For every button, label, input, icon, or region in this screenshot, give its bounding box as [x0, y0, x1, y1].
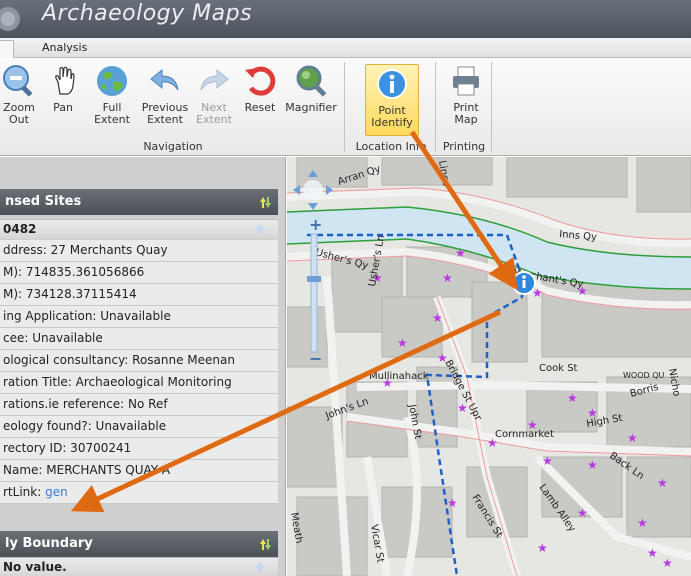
group-separator [491, 62, 492, 152]
full-extent-label: Full Extent [94, 101, 130, 126]
group-label-location-info: Location Info [355, 140, 427, 153]
svg-text:★: ★ [537, 541, 548, 555]
next-extent-label: Next Extent [196, 101, 232, 126]
section-title: ly Boundary [5, 536, 93, 551]
street-label: Cook St [539, 363, 578, 374]
field-row-link: rtLink: gen [0, 482, 278, 504]
svg-text:★: ★ [587, 458, 598, 472]
info-icon [377, 69, 407, 99]
field-row: ddress: 27 Merchants Quay [0, 240, 278, 262]
redo-arrow-icon [200, 68, 229, 91]
svg-text:★: ★ [637, 516, 648, 530]
street-label: Inns Qy [559, 229, 598, 243]
pan-arrows-icon[interactable] [293, 170, 333, 210]
svg-text:★: ★ [397, 336, 408, 350]
group-label-navigation: Navigation [143, 140, 203, 153]
app-logo-icon [0, 7, 20, 31]
record-id: 0482 [3, 222, 37, 236]
svg-text:★: ★ [577, 506, 588, 520]
group-separator [435, 62, 436, 152]
svg-text:★: ★ [662, 556, 673, 570]
collapse-arrows-icon[interactable] [258, 537, 272, 551]
reset-button[interactable]: Reset [238, 64, 282, 138]
magnifier-label: Magnifier [285, 101, 337, 114]
magnifier-icon [296, 65, 327, 97]
field-row: ological consultancy: Rosanne Meenan [0, 350, 278, 372]
zoom-in-icon[interactable]: + [309, 215, 322, 234]
group-label-printing: Printing [442, 140, 486, 153]
record-id: No value. [3, 560, 67, 574]
title-bar: Archaeology Maps [0, 0, 691, 38]
tab-analysis[interactable]: Analysis [35, 40, 94, 58]
svg-text:★: ★ [542, 454, 553, 468]
scroll-up-icon[interactable] [254, 561, 266, 573]
group-separator [344, 62, 345, 152]
section-title: nsed Sites [5, 194, 82, 209]
svg-text:★: ★ [647, 546, 658, 560]
section-header-boundary[interactable]: ly Boundary [0, 531, 278, 557]
field-row: ing Application: Unavailable [0, 306, 278, 328]
svg-text:★: ★ [657, 476, 668, 490]
report-link[interactable]: gen [45, 485, 68, 499]
field-row: eology found?: Unavailable [0, 416, 278, 438]
magnifier-button[interactable]: Magnifier [282, 64, 340, 138]
svg-text:★: ★ [447, 496, 458, 510]
map-canvas[interactable]: ★ ★★ ★★ ★ ★★★ ★★★ ★ ★★ ★★★ ★★★ ★★★ Arran Qy… [287, 157, 691, 576]
field-row: rations.ie reference: No Ref [0, 394, 278, 416]
identify-pin-icon[interactable] [512, 271, 536, 295]
scroll-up-icon[interactable] [254, 223, 266, 235]
street-label: WOOD QU [623, 371, 665, 380]
link-field-label: rtLink: [3, 485, 46, 499]
collapse-arrows-icon[interactable] [258, 195, 272, 209]
pan-hand-icon [55, 66, 75, 95]
point-identify-button[interactable]: Point Identify [365, 64, 419, 136]
reset-label: Reset [244, 101, 276, 114]
svg-text:★: ★ [442, 271, 453, 285]
zoom-out-icon [3, 65, 33, 97]
zoom-out-label: Zoom Out [3, 101, 35, 126]
printer-icon [453, 66, 479, 96]
zoom-out-button[interactable]: Zoom Out [2, 64, 36, 138]
field-row: cee: Unavailable [0, 328, 278, 350]
zoom-slider-handle[interactable] [307, 276, 321, 282]
svg-text:★: ★ [455, 246, 466, 260]
reset-icon [245, 66, 276, 96]
pan-label: Pan [53, 101, 73, 114]
full-extent-button[interactable]: Full Extent [90, 64, 134, 138]
globe-icon [97, 66, 127, 96]
field-row: Name: MERCHANTS QUAY A [0, 460, 278, 482]
record-id-row[interactable]: 0482 [0, 219, 278, 239]
section-header-licensed-sites[interactable]: nsed Sites [0, 189, 278, 215]
tab-home[interactable] [0, 40, 14, 58]
field-row: M): 734128.37115414 [0, 284, 278, 306]
point-identify-label: Point Identify [371, 104, 413, 129]
street-label: Cornmarket [495, 429, 554, 440]
map-navigation-control[interactable]: + − [290, 166, 336, 366]
print-map-label: Print Map [453, 101, 479, 126]
svg-text:★: ★ [567, 391, 578, 405]
ribbon-toolbar: Zoom Out Pan Full Extent Previous Extent [0, 58, 691, 156]
next-extent-button[interactable]: Next Extent [194, 64, 234, 138]
map-view[interactable]: ★ ★ ★ ★ ★ ★ ★ ★ ★ ★ ★ ★ ★ ★ ★ ★ ★ ★ ★ ★ ★ ★ ★ ★ Arran Qy… [287, 157, 691, 576]
previous-extent-label: Previous Extent [141, 101, 189, 126]
attribute-list: ddress: 27 Merchants Quay M): 714835.361… [0, 240, 278, 504]
field-row: M): 714835.361056866 [0, 262, 278, 284]
zoom-out-map-icon[interactable]: − [309, 349, 322, 366]
application-window: Archaeology Maps Analysis Zoom Out Pan F… [0, 0, 691, 576]
identify-results-panel: nsed Sites 0482 ddress: 27 Merchants Qua… [0, 157, 286, 576]
field-row: ration Title: Archaeological Monitoring [0, 372, 278, 394]
field-row: rectory ID: 30700241 [0, 438, 278, 460]
street-label: Mullinahack [369, 371, 429, 382]
print-map-button[interactable]: Print Map [444, 64, 488, 138]
tab-bar: Analysis [0, 38, 691, 58]
svg-text:★: ★ [432, 311, 443, 325]
app-title: Archaeology Maps [42, 1, 253, 26]
undo-arrow-icon [150, 68, 179, 91]
pan-button[interactable]: Pan [48, 64, 78, 138]
zoom-slider[interactable] [310, 233, 318, 353]
svg-text:★: ★ [627, 431, 638, 445]
previous-extent-button[interactable]: Previous Extent [138, 64, 192, 138]
record-id-row[interactable]: No value. [0, 557, 278, 576]
